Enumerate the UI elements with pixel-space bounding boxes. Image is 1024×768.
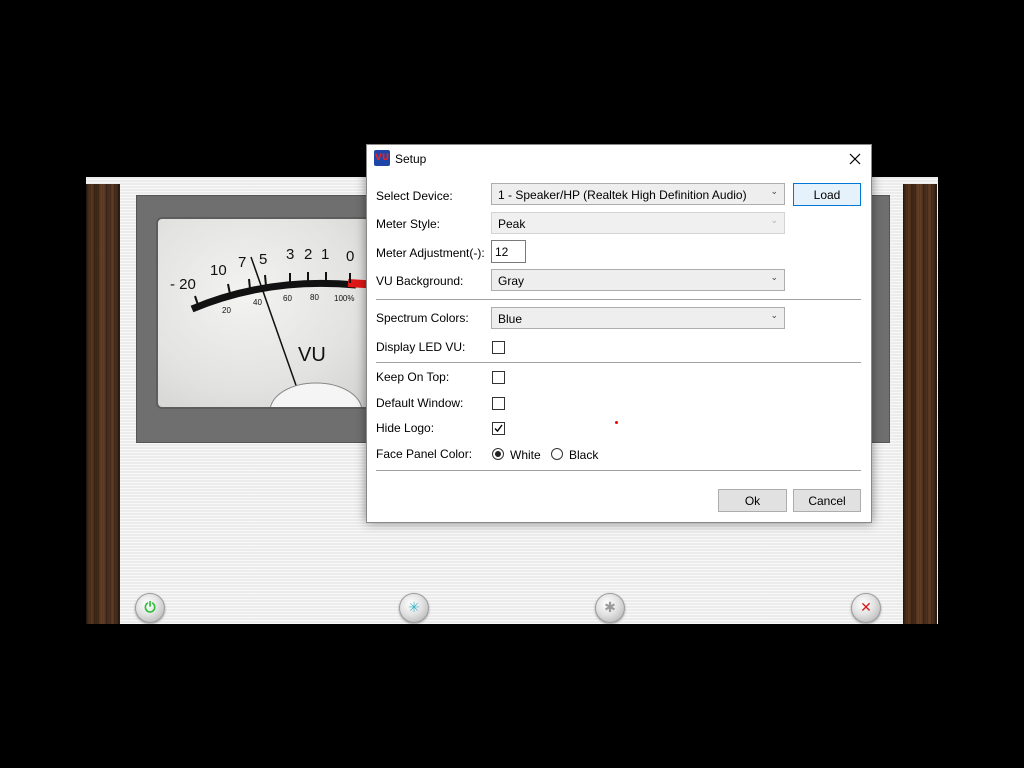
- default-window-label: Default Window:: [376, 396, 464, 410]
- separator: [376, 299, 861, 300]
- close-app-button[interactable]: ✕: [851, 593, 881, 623]
- display-led-vu-checkbox[interactable]: [492, 341, 505, 354]
- vu-scale-arc: [190, 279, 357, 313]
- vu-percent-label: 40: [253, 298, 262, 307]
- vu-scale-label: 5: [259, 251, 267, 268]
- separator: [376, 362, 861, 363]
- vu-percent-label: 20: [222, 306, 231, 315]
- select-device-dropdown[interactable]: 1 - Speaker/HP (Realtek High Definition …: [491, 183, 785, 205]
- settings-button[interactable]: ✱: [595, 593, 625, 623]
- meter-style-dropdown[interactable]: Peak ⌄: [491, 212, 785, 234]
- vu-percent-label: 60: [283, 294, 292, 303]
- spectrum-button[interactable]: ✳: [399, 593, 429, 623]
- ok-button[interactable]: Ok: [718, 489, 787, 512]
- vu-scale-label: 10: [210, 262, 227, 279]
- vu-background-value: Gray: [498, 274, 525, 288]
- close-icon: [849, 153, 861, 165]
- vu-label: VU: [298, 344, 326, 366]
- dialog-title: Setup: [395, 152, 427, 166]
- red-marker-dot: [615, 421, 618, 424]
- checkmark-icon: [494, 424, 503, 433]
- wood-side-panel-right: [903, 184, 937, 624]
- meter-adjustment-input[interactable]: 12: [491, 240, 526, 263]
- vu-scale-label: 2: [304, 246, 312, 263]
- select-device-value: 1 - Speaker/HP (Realtek High Definition …: [498, 188, 747, 202]
- vu-percent-label: 80: [310, 293, 319, 302]
- chevron-down-icon: ⌄: [770, 311, 778, 321]
- dialog-close-button[interactable]: [839, 145, 871, 173]
- face-panel-white-radio[interactable]: [492, 448, 504, 460]
- settings-icon: ✱: [604, 600, 616, 616]
- spectrum-icon: ✳: [408, 600, 420, 616]
- vu-background-dropdown[interactable]: Gray ⌄: [491, 269, 785, 291]
- meter-style-value: Peak: [498, 217, 526, 231]
- vu-scale-label: 3: [286, 246, 294, 263]
- face-panel-color-label: Face Panel Color:: [376, 447, 473, 461]
- face-panel-black-label[interactable]: Black: [569, 448, 598, 462]
- power-icon: ⏻: [144, 600, 156, 616]
- setup-dialog: VU Setup Select Device: 1 - Speaker/HP (…: [366, 144, 872, 523]
- keep-on-top-checkbox[interactable]: [492, 371, 505, 384]
- vu-scale-label: 0: [346, 248, 354, 265]
- app-logo-icon: VU: [374, 150, 390, 166]
- face-panel-white-label[interactable]: White: [510, 448, 541, 462]
- vu-background-label: VU Background:: [376, 274, 464, 288]
- load-button[interactable]: Load: [793, 183, 861, 206]
- vu-scale-label: 7: [238, 254, 246, 271]
- display-led-vu-label: Display LED VU:: [376, 340, 466, 354]
- separator: [376, 470, 861, 471]
- wood-side-panel-left: [86, 184, 120, 624]
- vu-needle-pivot: [269, 382, 363, 407]
- face-panel-black-radio[interactable]: [551, 448, 563, 460]
- close-icon: ✕: [860, 600, 872, 616]
- radio-selected-dot: [495, 451, 501, 457]
- chevron-down-icon: ⌄: [770, 273, 778, 283]
- cancel-button[interactable]: Cancel: [793, 489, 861, 512]
- spectrum-colors-value: Blue: [498, 312, 523, 326]
- spectrum-colors-label: Spectrum Colors:: [376, 311, 469, 325]
- vu-scale-label: - 20: [170, 276, 196, 293]
- vu-meter-graphic: - 20 10 7 5 3 2 1 0 20 40 60 80 100% VU: [170, 246, 378, 407]
- chevron-down-icon: ⌄: [770, 216, 778, 226]
- vu-meter-face: - 20 10 7 5 3 2 1 0 20 40 60 80 100% VU: [156, 217, 380, 409]
- select-device-label: Select Device:: [376, 189, 453, 203]
- vu-percent-label: 100%: [334, 294, 354, 303]
- hide-logo-checkbox[interactable]: [492, 422, 505, 435]
- keep-on-top-label: Keep On Top:: [376, 370, 450, 384]
- meter-adjustment-label: Meter Adjustment(-):: [376, 246, 485, 260]
- chevron-down-icon: ⌄: [770, 187, 778, 197]
- dialog-titlebar: VU Setup: [367, 145, 871, 173]
- default-window-checkbox[interactable]: [492, 397, 505, 410]
- meter-style-label: Meter Style:: [376, 217, 441, 231]
- hide-logo-label: Hide Logo:: [376, 421, 435, 435]
- power-button[interactable]: ⏻: [135, 593, 165, 623]
- spectrum-colors-dropdown[interactable]: Blue ⌄: [491, 307, 785, 329]
- vu-scale-label: 1: [321, 246, 329, 263]
